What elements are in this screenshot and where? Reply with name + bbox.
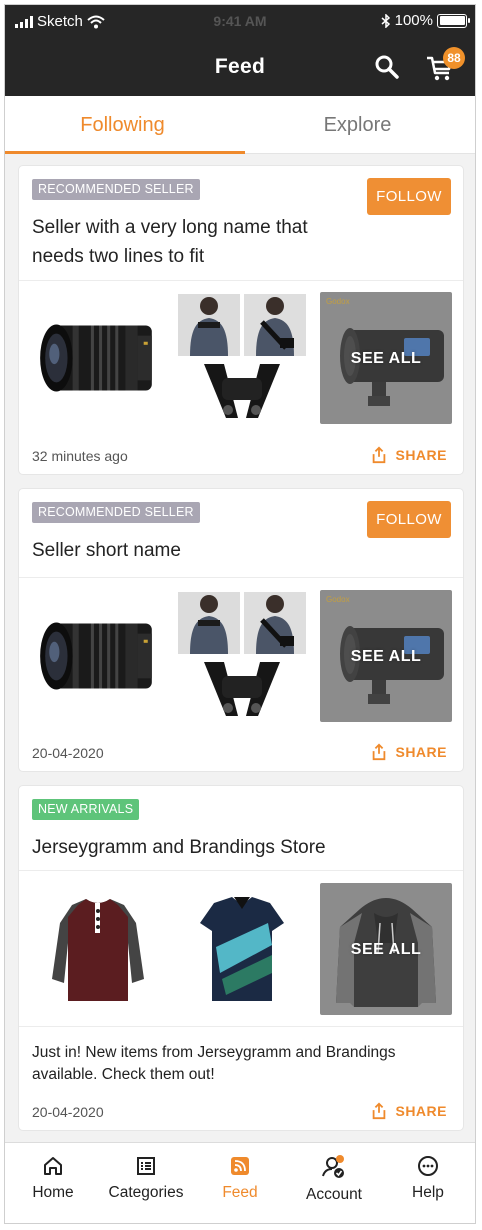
seller-name[interactable]: Seller short name [32,536,352,565]
tab-feed[interactable]: Feed [193,1155,287,1202]
card-divider [19,870,463,871]
cart-count-badge: 88 [443,47,465,69]
post-description: Just in! New items from Jerseygramm and … [32,1044,396,1083]
post-timestamp: 32 minutes ago [32,448,128,464]
camera-strap-image [176,590,308,722]
tab-label: Feed [222,1184,258,1201]
feed-tabs: Following Explore [5,96,475,154]
tab-categories[interactable]: Categories [99,1155,193,1202]
follow-button[interactable]: FOLLOW [367,178,451,215]
recommended-seller-badge: RECOMMENDED SELLER [32,502,200,523]
share-icon [370,446,388,464]
phone-screen: Sketch 9:41 AM 100% Feed 88 Following Ex… [4,4,476,1224]
share-label: SHARE [395,447,447,463]
new-arrivals-badge: NEW ARRIVALS [32,799,140,820]
see-all-tile[interactable]: SEE ALL [320,883,452,1015]
tab-help[interactable]: Help [381,1155,475,1202]
feed-card: RECOMMENDED SELLER FOLLOW Seller short n… [18,488,464,772]
product-thumbnail[interactable] [176,883,308,1015]
tab-label: Home [32,1184,74,1201]
see-all-tile[interactable]: SEE ALL [320,292,452,424]
product-thumbnail[interactable] [32,590,164,722]
share-icon [370,743,388,761]
card-divider [19,280,463,281]
battery-percent: 100% [394,12,433,29]
status-bar: Sketch 9:41 AM 100% [5,5,475,37]
card-divider [19,1026,463,1027]
henley-shirt-image [32,883,164,1015]
share-button[interactable]: SHARE [370,446,447,464]
share-button[interactable]: SHARE [370,1102,447,1120]
help-icon [418,1156,438,1176]
post-timestamp: 20-04-2020 [32,1104,104,1120]
bluetooth-icon [381,13,390,28]
tab-label: Account [305,1186,362,1203]
tab-following[interactable]: Following [5,96,240,154]
share-button[interactable]: SHARE [370,743,447,761]
tab-label: Help [412,1184,444,1201]
account-icon [322,1155,344,1178]
see-all-label: SEE ALL [350,648,422,665]
product-thumbnail[interactable] [32,883,164,1015]
camera-lens-image [32,590,164,722]
feed-card: NEW ARRIVALS Jerseygramm and Brandings S… [18,785,464,1131]
post-timestamp: 20-04-2020 [32,745,104,761]
seller-name[interactable]: Jerseygramm and Brandings Store [32,833,452,862]
list-icon [137,1157,155,1175]
bottom-tab-bar: Home Categories Feed Account Help [5,1142,475,1223]
follow-button[interactable]: FOLLOW [367,501,451,538]
rss-icon [231,1157,249,1175]
status-right: 100% [381,12,470,29]
see-all-label: SEE ALL [350,350,422,367]
active-tab-indicator [5,151,245,154]
product-thumbnail[interactable] [176,590,308,722]
seller-name[interactable]: Seller with a very long name that needs … [32,213,352,271]
product-thumbnail[interactable] [176,292,308,424]
share-label: SHARE [395,744,447,760]
top-bar: Sketch 9:41 AM 100% Feed 88 [5,5,475,96]
share-label: SHARE [395,1103,447,1119]
camera-lens-image [32,292,164,424]
tab-home[interactable]: Home [6,1155,100,1202]
camera-strap-image [176,292,308,424]
product-thumbnail[interactable] [32,292,164,424]
home-icon [44,1157,62,1175]
search-icon[interactable] [373,53,401,81]
tab-explore[interactable]: Explore [240,96,475,154]
share-icon [370,1102,388,1120]
page-title: Feed [214,55,266,78]
feed-card: RECOMMENDED SELLER FOLLOW Seller with a … [18,165,464,475]
recommended-seller-badge: RECOMMENDED SELLER [32,179,200,200]
tab-label: Categories [108,1184,184,1201]
battery-icon [437,13,470,28]
card-divider [19,577,463,578]
tab-account[interactable]: Account [287,1155,381,1204]
see-all-label: SEE ALL [350,941,422,958]
polo-shirt-image [176,883,308,1015]
see-all-tile[interactable]: SEE ALL [320,590,452,722]
